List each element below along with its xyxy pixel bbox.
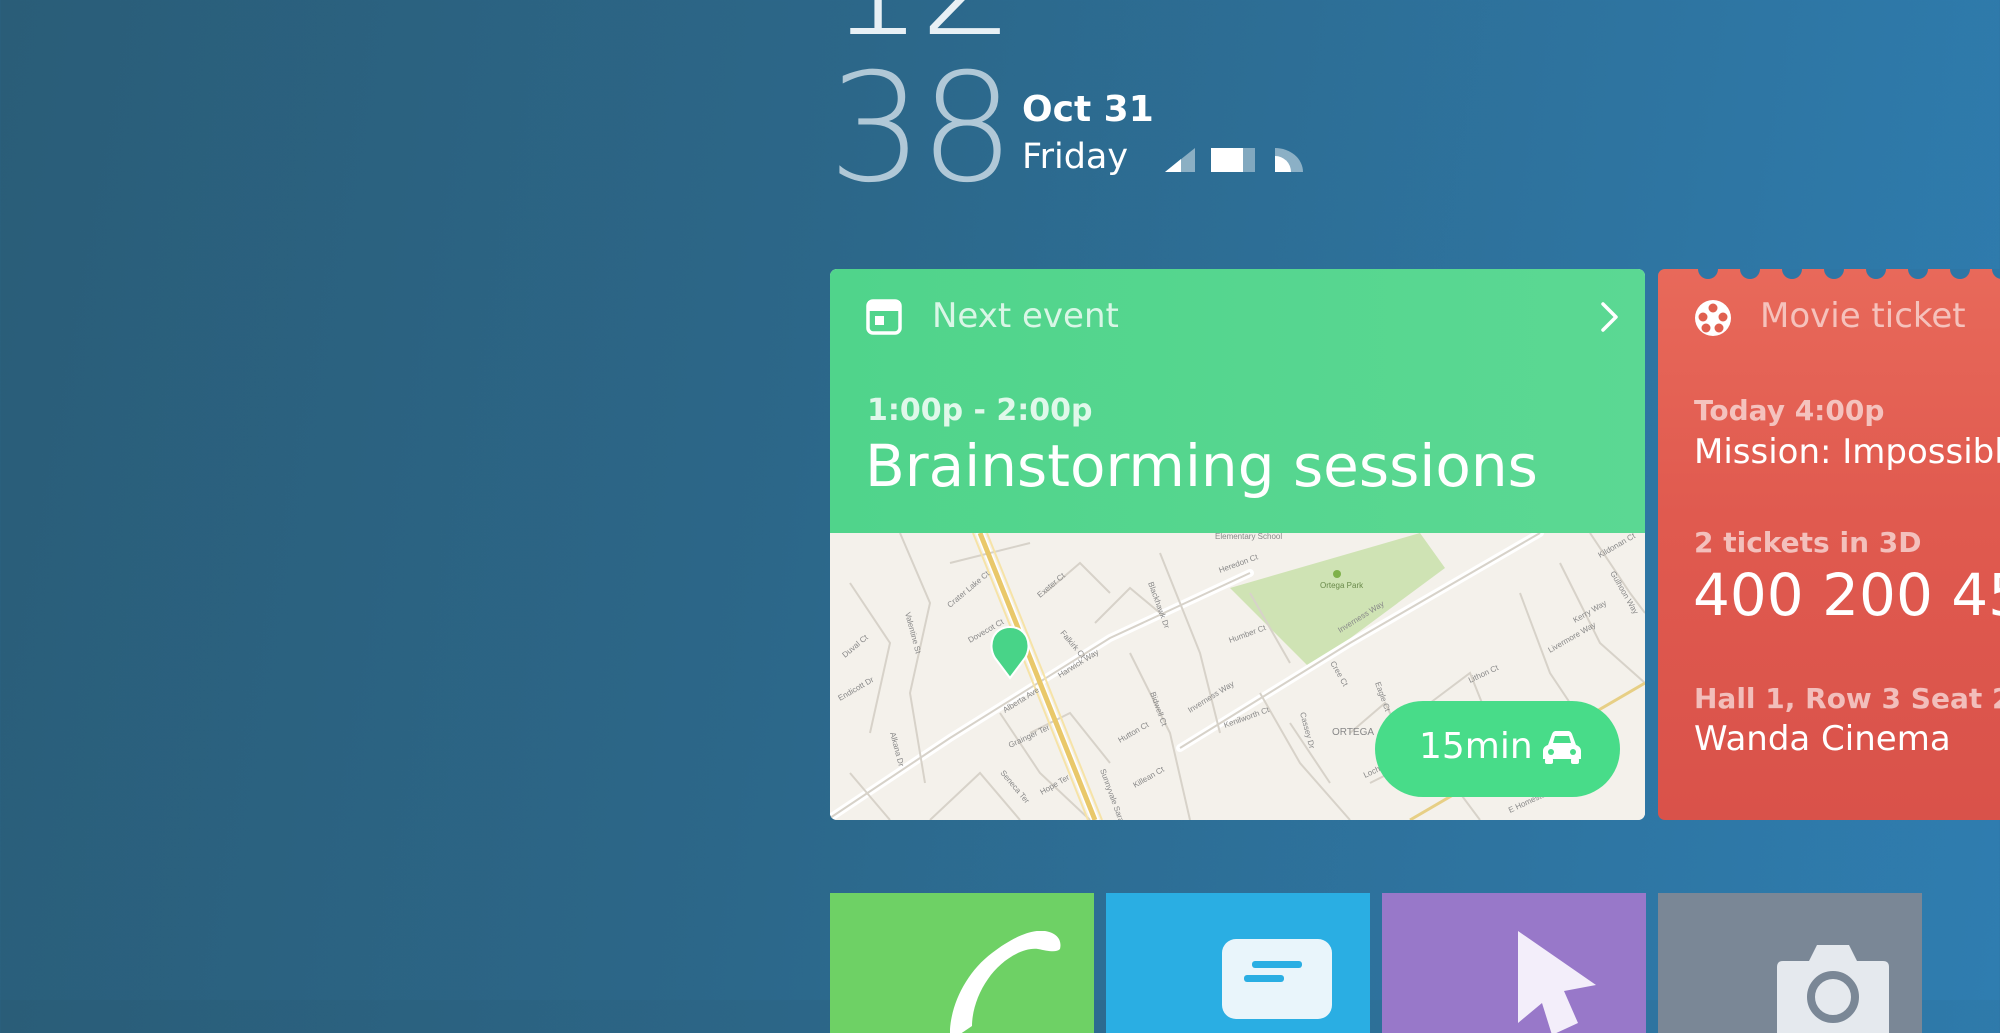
phone-icon — [950, 931, 1061, 1033]
message-icon — [1222, 939, 1332, 1019]
movie-ticket-title: Movie ticket — [1760, 296, 1966, 336]
cinema-name: Wanda Cinema — [1694, 719, 1951, 759]
eta-button[interactable]: 15min — [1375, 701, 1620, 797]
event-header[interactable]: Next event 1:00p - 2:00p Brainstorming s… — [830, 269, 1645, 533]
map-label-park: Ortega Park — [1320, 581, 1364, 590]
navigation-arrow-icon — [1518, 931, 1596, 1033]
map-label-area: ORTEGA — [1332, 727, 1374, 738]
battery-icon — [1211, 148, 1255, 172]
ticket-code: 400 200 45 — [1693, 561, 2000, 629]
event-name: Brainstorming sessions — [865, 432, 1538, 500]
film-reel-icon — [1695, 300, 1731, 336]
signal-icon — [1165, 148, 1195, 172]
tickets-count: 2 tickets in 3D — [1694, 526, 1922, 559]
movie-ticket-card[interactable]: Movie ticket Today 4:00p Mission: Imposs… — [1658, 269, 2000, 820]
chevron-right-icon[interactable] — [1600, 301, 1620, 333]
map-label-school: Elementary School — [1215, 533, 1282, 541]
navigation-tile[interactable] — [1382, 893, 1646, 1033]
camera-tile[interactable] — [1658, 893, 1922, 1033]
next-event-title: Next event — [932, 296, 1119, 336]
eta-label: 15min — [1419, 726, 1533, 767]
car-icon — [1543, 731, 1581, 764]
messages-tile[interactable] — [1106, 893, 1370, 1033]
wifi-icon — [1275, 148, 1303, 172]
camera-icon — [1777, 945, 1889, 1033]
showtime: Today 4:00p — [1694, 394, 1885, 427]
ticket-perforation — [1698, 269, 2000, 279]
park-marker-icon — [1333, 570, 1341, 578]
clock-minutes: 38 — [828, 42, 1015, 216]
phone-tile[interactable] — [830, 893, 1094, 1033]
event-time: 1:00p - 2:00p — [867, 393, 1093, 428]
status-bar — [1165, 148, 1303, 172]
seat-info: Hall 1, Row 3 Seat 22 — [1694, 682, 2000, 715]
weekday-label: Friday — [1022, 137, 1129, 177]
calendar-icon — [866, 299, 902, 335]
date-label: Oct 31 — [1022, 89, 1154, 130]
next-event-card[interactable]: Elementary School Ortega Park ORTEGA Inv… — [830, 269, 1645, 820]
movie-name: Mission: Impossible — [1694, 432, 2000, 472]
